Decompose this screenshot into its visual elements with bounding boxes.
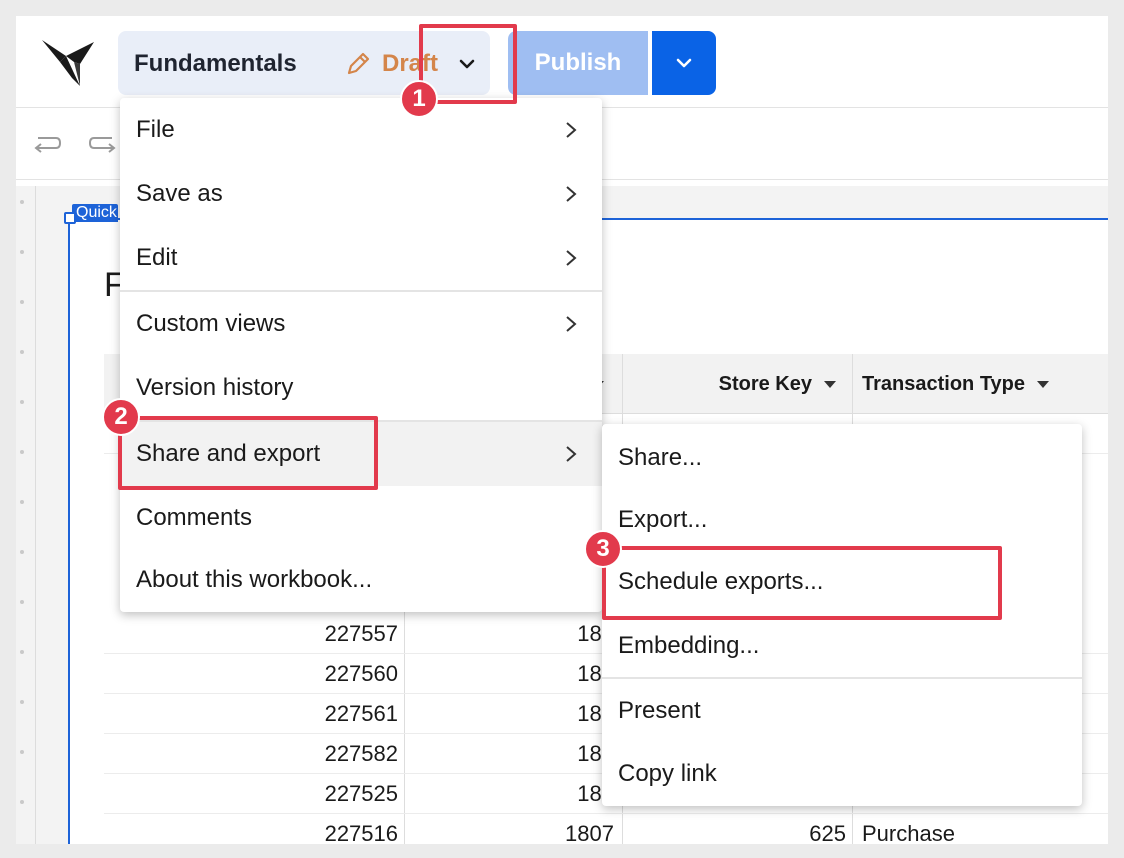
table-cell: 227516 [324,821,398,844]
publish-button[interactable]: Publish [508,31,648,95]
table-cell: Purchase [862,821,955,844]
menu-item-label: Version history [136,374,294,401]
chevron-right-icon [566,250,577,266]
app-window: Fundamentals Draft Publish F Store Key T… [16,16,1108,844]
menu-item-embedding[interactable]: Embedding... [602,614,1082,678]
column-header-label: Transaction Type [862,372,1026,395]
menu-item-save-as[interactable]: Save as [120,162,602,226]
table-row[interactable]: 227516 1807 625 Purchase [104,814,1108,844]
callout-badge: 2 [102,398,140,436]
menu-item-label: Comments [136,504,253,531]
menu-item-edit[interactable]: Edit [120,226,602,290]
callout-highlight-schedule-exports [602,546,1002,620]
workbook-title: Fundamentals [134,50,297,77]
column-header-label: Store Key [718,372,812,395]
table-cell: 227525 [324,781,398,806]
redo-icon[interactable] [88,132,118,156]
pencil-icon [347,52,370,75]
undo-icon[interactable] [32,132,62,156]
column-header-transaction-type[interactable]: Transaction Type [852,354,1108,414]
sigma-bird-logo[interactable] [40,38,96,88]
table-cell: 180 [577,701,614,726]
callout-badge: 3 [584,530,622,568]
table-cell: 180 [577,781,614,806]
menu-item-label: Custom views [136,310,286,337]
callout-badge: 1 [400,80,438,118]
app-header: Fundamentals Draft Publish [16,16,1108,108]
canvas-ruler [16,186,36,844]
column-header-store-key[interactable]: Store Key [622,354,852,414]
menu-item-comments[interactable]: Comments [120,486,602,550]
menu-item-label: File [136,116,175,143]
menu-item-label: Save as [136,180,223,207]
menu-item-present[interactable]: Present [602,679,1082,743]
table-cell: 180 [577,741,614,766]
menu-item-label: About this workbook... [136,566,373,593]
sort-caret-icon[interactable] [824,380,836,388]
menu-item-label: Edit [136,244,178,271]
table-cell: 180 [577,661,614,686]
menu-item-label: Present [618,697,701,724]
table-cell: 180 [577,621,614,646]
menu-item-export[interactable]: Export... [602,488,1082,552]
resize-handle[interactable] [64,212,76,224]
menu-item-version-history[interactable]: Version history [120,356,602,420]
menu-item-label: Share... [618,444,703,471]
menu-item-copy-link[interactable]: Copy link [602,742,1082,806]
element-tag[interactable]: Quick [72,204,118,222]
menu-item-file[interactable]: File [120,98,602,162]
workbook-menu: File Save as Edit Custom views Version h… [120,98,602,612]
menu-item-share[interactable]: Share... [602,426,1082,490]
menu-item-label: Export... [618,506,708,533]
menu-item-label: Copy link [618,760,717,787]
chevron-right-icon [566,446,577,462]
table-cell: 227560 [324,661,398,686]
chevron-right-icon [566,316,577,332]
table-cell: 227561 [324,701,398,726]
menu-item-label: Embedding... [618,632,760,659]
table-cell: 227582 [324,741,398,766]
table-cell: 625 [809,821,846,844]
publish-options-button[interactable] [652,31,716,95]
callout-highlight-share-and-export [118,416,378,490]
chevron-down-icon [676,58,692,68]
chevron-right-icon [566,122,577,138]
sort-caret-icon[interactable] [1037,380,1050,388]
chevron-right-icon [566,186,577,202]
menu-item-custom-views[interactable]: Custom views [120,292,602,356]
table-cell: 1807 [565,821,614,844]
table-cell: 227557 [324,621,398,646]
menu-item-about-workbook[interactable]: About this workbook... [120,548,602,612]
